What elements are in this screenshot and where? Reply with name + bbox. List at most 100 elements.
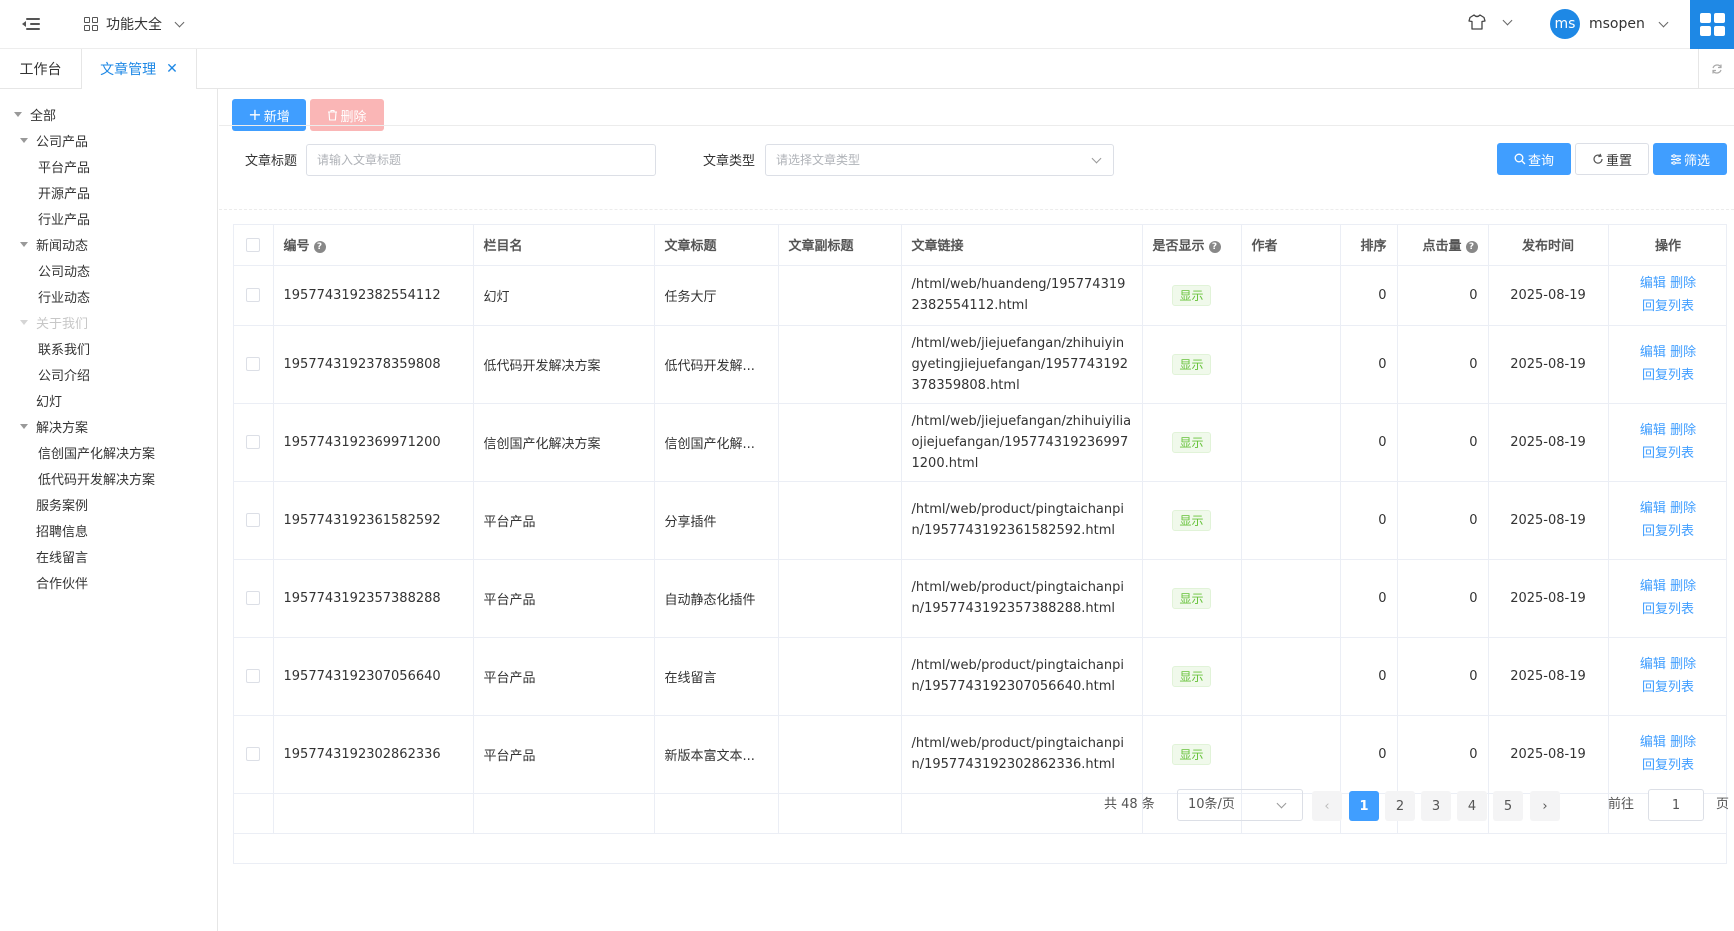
tree-node[interactable]: 低代码开发解决方案	[0, 465, 217, 491]
goto-page-input[interactable]	[1648, 789, 1704, 821]
row-checkbox[interactable]	[246, 747, 261, 761]
prev-page-button[interactable]: ‹	[1312, 791, 1342, 821]
tree-node[interactable]: 全部	[0, 101, 217, 127]
tree-node-label: 低代码开发解决方案	[38, 472, 156, 488]
tree-node[interactable]: 招聘信息	[0, 517, 217, 543]
help-icon[interactable]: ?	[1208, 241, 1221, 254]
row-checkbox[interactable]	[246, 669, 261, 683]
tree-node-label: 关于我们	[36, 316, 89, 332]
tree-node[interactable]: 合作伙伴	[0, 569, 217, 595]
edit-link[interactable]: 编辑	[1640, 501, 1666, 516]
page-number-button[interactable]: 2	[1385, 791, 1415, 821]
cell-title: 低代码开发解...	[654, 325, 779, 404]
tree-node[interactable]: 开源产品	[0, 179, 217, 205]
page-number-button[interactable]: 3	[1421, 791, 1451, 821]
article-type-select[interactable]	[765, 144, 1114, 176]
reply-list-link[interactable]: 回复列表	[1642, 680, 1694, 695]
reply-list-link[interactable]: 回复列表	[1642, 299, 1694, 314]
tree-node-label: 全部	[30, 108, 57, 124]
tree-node[interactable]: 在线留言	[0, 543, 217, 569]
cell-author	[1241, 559, 1341, 638]
page-number-button[interactable]: 1	[1349, 791, 1379, 821]
page-number-button[interactable]: 5	[1493, 791, 1523, 821]
delete-link[interactable]: 删除	[1670, 276, 1696, 291]
tree-node[interactable]: 行业产品	[0, 205, 217, 231]
tree-node-label: 公司产品	[36, 134, 89, 150]
tree-node-label: 信创国产化解决方案	[38, 446, 156, 462]
add-button[interactable]: + 新增	[232, 99, 306, 131]
edit-link[interactable]: 编辑	[1640, 735, 1666, 750]
cell-clicks: 0	[1397, 481, 1489, 560]
reply-list-link[interactable]: 回复列表	[1642, 602, 1694, 617]
tree-node[interactable]: 公司动态	[0, 257, 217, 283]
tree-node[interactable]: 公司产品	[0, 127, 217, 153]
help-icon[interactable]: ?	[1465, 241, 1478, 254]
delete-link[interactable]: 删除	[1670, 501, 1696, 516]
cell-id: 1957743192378359808	[273, 325, 474, 404]
delete-link[interactable]: 删除	[1670, 735, 1696, 750]
help-icon[interactable]: ?	[313, 241, 326, 254]
cell-category: 平台产品	[473, 715, 655, 794]
next-page-button[interactable]: ›	[1530, 791, 1560, 821]
edit-link[interactable]: 编辑	[1640, 579, 1666, 594]
page-unit-label: 页	[1716, 797, 1730, 812]
menu-toggle-icon[interactable]	[22, 15, 40, 33]
function-menu-dropdown[interactable]: 功能大全	[84, 12, 185, 36]
status-badge: 显示	[1172, 509, 1211, 531]
tree-node[interactable]: 行业动态	[0, 283, 217, 309]
reply-list-link[interactable]: 回复列表	[1642, 524, 1694, 539]
tree-node-label: 行业产品	[38, 212, 91, 228]
cell-link: /html/web/product/pingtaichanpin/1957743…	[901, 715, 1143, 794]
query-button[interactable]: 查询	[1497, 143, 1571, 175]
cell-title: 新版本富文本...	[654, 715, 779, 794]
chevron-down-icon	[1658, 17, 1669, 27]
delete-link[interactable]: 删除	[1670, 345, 1696, 360]
page-number-button[interactable]: 4	[1457, 791, 1487, 821]
row-checkbox[interactable]	[246, 288, 261, 302]
delete-link[interactable]: 删除	[1670, 423, 1696, 438]
tree-node[interactable]: 关于我们	[0, 309, 217, 335]
delete-button[interactable]: 删除	[310, 99, 384, 131]
cell-author	[1241, 325, 1341, 404]
delete-link[interactable]: 删除	[1670, 657, 1696, 672]
reply-list-link[interactable]: 回复列表	[1642, 758, 1694, 773]
reply-list-link[interactable]: 回复列表	[1642, 368, 1694, 383]
reply-list-link[interactable]: 回复列表	[1642, 446, 1694, 461]
tree-node-label: 招聘信息	[36, 524, 89, 540]
edit-link[interactable]: 编辑	[1640, 345, 1666, 360]
delete-link[interactable]: 删除	[1670, 579, 1696, 594]
row-checkbox[interactable]	[246, 357, 261, 371]
edit-link[interactable]: 编辑	[1640, 423, 1666, 438]
cell-category: 平台产品	[473, 481, 655, 560]
category-tree: 全部公司产品平台产品 开源产品行业产品新闻动态 公司动态 行业动态关于我们联系我们 公司…	[0, 89, 218, 931]
tree-node[interactable]: 服务案例	[0, 491, 217, 517]
edit-link[interactable]: 编辑	[1640, 276, 1666, 291]
edit-link[interactable]: 编辑	[1640, 657, 1666, 672]
tree-node[interactable]: 解决方案	[0, 413, 217, 439]
row-checkbox[interactable]	[246, 513, 261, 527]
tree-node[interactable]: 信创国产化解决方案	[0, 439, 217, 465]
user-menu[interactable]: ms msopen	[1550, 9, 1669, 39]
app-launcher-icon[interactable]	[1690, 0, 1734, 49]
tab-article-management[interactable]: 文章管理 ✕	[82, 49, 197, 89]
page-size-select[interactable]: 10条/页	[1177, 789, 1303, 821]
refresh-icon[interactable]	[1698, 49, 1734, 89]
caret-down-icon	[14, 111, 22, 117]
cell-title: 任务大厅	[654, 265, 779, 326]
tree-node[interactable]: 公司介绍	[0, 361, 217, 387]
tab-workbench[interactable]: 工作台	[0, 49, 82, 89]
title-search-input[interactable]	[306, 144, 656, 176]
select-all-checkbox[interactable]	[246, 237, 261, 252]
filter-button[interactable]: 筛选	[1653, 143, 1727, 175]
tree-node[interactable]: 新闻动态	[0, 231, 217, 257]
tree-node[interactable]: 幻灯	[0, 387, 217, 413]
close-icon[interactable]: ✕	[166, 61, 178, 77]
tree-node[interactable]: 联系我们	[0, 335, 217, 361]
tree-node-label: 解决方案	[36, 420, 89, 436]
theme-switcher[interactable]	[1468, 14, 1513, 30]
tree-node[interactable]: 平台产品	[0, 153, 217, 179]
caret-down-icon	[20, 241, 28, 247]
reset-button[interactable]: 重置	[1575, 143, 1649, 175]
row-checkbox[interactable]	[246, 435, 261, 449]
row-checkbox[interactable]	[246, 591, 261, 605]
